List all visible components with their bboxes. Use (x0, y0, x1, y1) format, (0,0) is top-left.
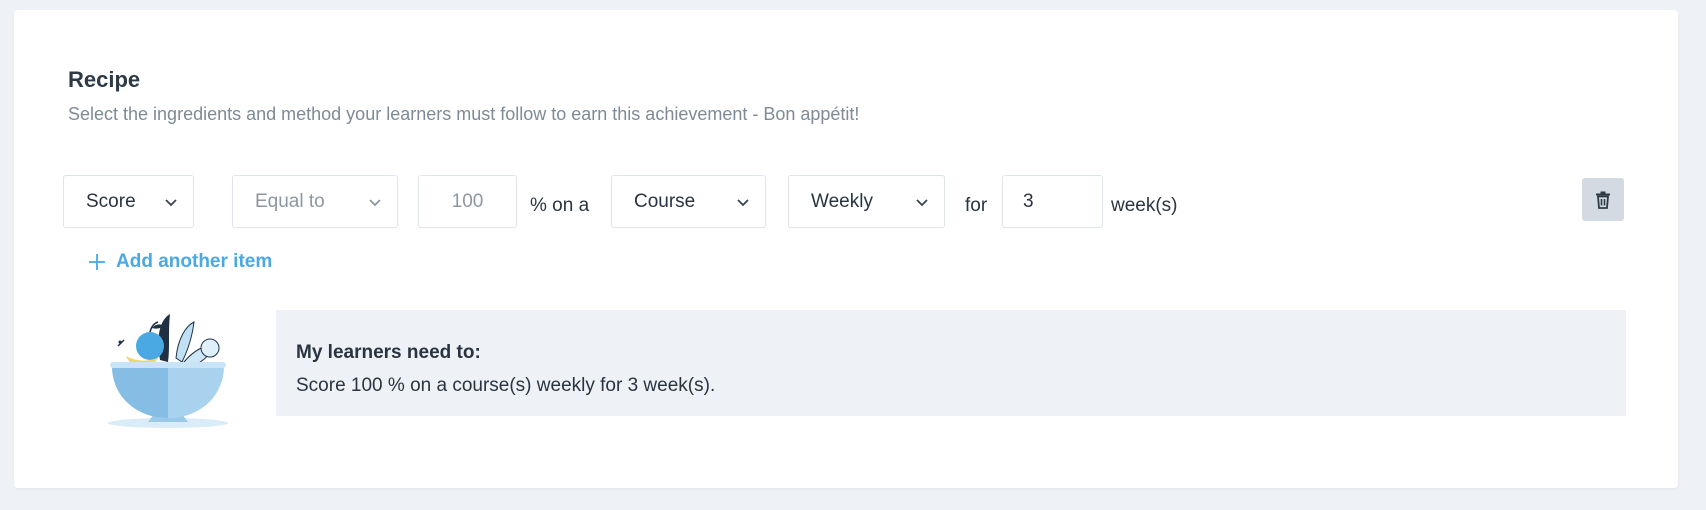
percent-on-label: % on a (530, 195, 590, 216)
target-select[interactable]: Course (611, 175, 766, 228)
chevron-down-icon (369, 199, 381, 207)
summary-text: Score 100 % on a course(s) weekly for 3 … (296, 375, 716, 396)
recipe-subtitle: Select the ingredients and method your l… (68, 104, 860, 124)
trash-icon (1596, 191, 1610, 209)
value-input-placeholder: 100 (451, 190, 484, 212)
chevron-down-icon (737, 199, 749, 207)
duration-input[interactable]: 3 (1002, 175, 1103, 228)
delete-item-button[interactable] (1582, 178, 1624, 221)
summary-panel: My learners need to: Score 100 % on a co… (276, 310, 1626, 416)
plus-icon (89, 254, 105, 270)
metric-select[interactable]: Score (63, 175, 194, 228)
comparison-select[interactable]: Equal to (232, 175, 398, 228)
recipe-card: Recipe Select the ingredients and method… (14, 10, 1678, 488)
frequency-select[interactable]: Weekly (788, 175, 945, 228)
add-item-button[interactable]: Add another item (88, 251, 272, 273)
recipe-bowl-illustration (108, 314, 228, 428)
recipe-title: Recipe (68, 67, 141, 92)
unit-label: week(s) (1111, 195, 1178, 216)
chevron-down-icon (165, 199, 177, 207)
frequency-select-value: Weekly (811, 190, 873, 212)
duration-input-value: 3 (1023, 190, 1034, 212)
target-select-value: Course (634, 190, 696, 212)
comparison-select-placeholder: Equal to (255, 190, 325, 212)
value-input[interactable]: 100 (418, 175, 517, 228)
summary-heading: My learners need to: (296, 342, 481, 363)
metric-select-value: Score (86, 190, 136, 212)
for-label: for (965, 195, 988, 216)
add-item-label: Add another item (116, 251, 273, 272)
chevron-down-icon (916, 199, 928, 207)
